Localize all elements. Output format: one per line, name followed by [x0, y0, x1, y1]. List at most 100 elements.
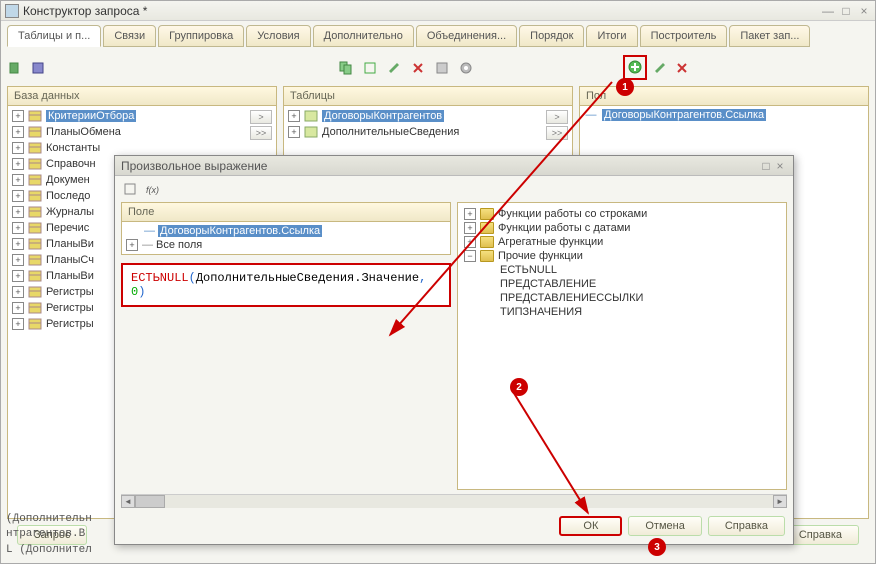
cancel-button[interactable]: Отмена — [628, 516, 701, 536]
fx-icon[interactable]: f(x) — [143, 180, 161, 198]
toolbar-btn-b[interactable] — [361, 59, 379, 77]
expand-icon[interactable]: + — [12, 286, 24, 298]
expression-editor[interactable]: ЕСТЬNULL(ДополнительныеСведения.Значение… — [121, 263, 451, 307]
tab-additional[interactable]: Дополнительно — [313, 25, 414, 47]
expand-icon[interactable]: + — [12, 254, 24, 266]
move-right-all-button[interactable]: >> — [250, 126, 272, 140]
expand-icon[interactable]: + — [12, 174, 24, 186]
table-icon — [28, 141, 42, 155]
expand-icon[interactable]: + — [12, 206, 24, 218]
expand-icon[interactable]: + — [12, 126, 24, 138]
move-right-button[interactable]: > — [250, 110, 272, 124]
dialog-toolbar: f(x) — [115, 176, 793, 202]
titlebar: Конструктор запроса * — □ × — [1, 1, 875, 21]
toolbar-btn-2[interactable] — [29, 59, 47, 77]
functions-tree[interactable]: +Функции работы со строками+Функции рабо… — [457, 202, 787, 490]
dialog-footer: ОК Отмена Справка — [115, 508, 793, 544]
delete-field-icon[interactable] — [673, 59, 691, 77]
expand-icon[interactable]: + — [12, 110, 24, 122]
tree-item[interactable]: +КритерииОтбора — [10, 108, 274, 124]
callout-badge-2: 2 — [510, 378, 528, 396]
expand-icon[interactable]: + — [126, 239, 138, 251]
close-button[interactable]: × — [857, 4, 871, 18]
tree-item[interactable]: +Агрегатные функции — [462, 235, 782, 249]
tab-batch[interactable]: Пакет зап... — [729, 25, 810, 47]
tree-item[interactable]: +ДоговорыКонтрагентов — [286, 108, 570, 124]
app-icon — [5, 4, 19, 18]
function-item[interactable]: ПРЕДСТАВЛЕНИЕССЫЛКИ — [462, 291, 782, 305]
expand-icon[interactable]: + — [12, 222, 24, 234]
expand-icon[interactable]: + — [12, 238, 24, 250]
table-icon — [28, 125, 42, 139]
function-item[interactable]: ЕСТЬNULL — [462, 263, 782, 277]
expand-icon[interactable]: − — [464, 250, 476, 262]
expand-icon[interactable]: + — [12, 270, 24, 282]
expand-icon[interactable]: + — [464, 208, 476, 220]
add-field-button-highlight — [623, 55, 647, 80]
toolbar-btn-c[interactable] — [433, 59, 451, 77]
expand-icon[interactable]: + — [12, 190, 24, 202]
scroll-right-icon[interactable]: ► — [773, 495, 787, 508]
dialog-maximize-button[interactable]: □ — [759, 159, 773, 173]
dialog-fields-tree[interactable]: — ДоговорыКонтрагентов.Ссылка + — Все по… — [122, 222, 450, 254]
tab-grouping[interactable]: Группировка — [158, 25, 244, 47]
expand-icon[interactable]: + — [12, 142, 24, 154]
dialog-fields-panel: Поле — ДоговорыКонтрагентов.Ссылка + — В… — [121, 202, 451, 255]
tree-item[interactable]: — ДоговорыКонтрагентов.Ссылка — [124, 224, 448, 238]
scroll-thumb[interactable] — [135, 495, 165, 508]
add-field-button[interactable] — [626, 58, 644, 76]
tree-item[interactable]: +Функции работы со строками — [462, 207, 782, 221]
tab-builder[interactable]: Построитель — [640, 25, 728, 47]
function-item[interactable]: ТИПЗНАЧЕНИЯ — [462, 305, 782, 319]
tab-totals[interactable]: Итоги — [586, 25, 637, 47]
tab-order[interactable]: Порядок — [519, 25, 584, 47]
toolbar-btn-a[interactable] — [337, 59, 355, 77]
expand-icon[interactable]: + — [464, 236, 476, 248]
tree-item[interactable]: +Константы — [10, 140, 274, 156]
scroll-left-icon[interactable]: ◄ — [121, 495, 135, 508]
horizontal-scrollbar[interactable]: ◄ ► — [121, 494, 787, 508]
minimize-button[interactable]: — — [821, 4, 835, 18]
function-item[interactable]: ПРЕДСТАВЛЕНИЕ — [462, 277, 782, 291]
expand-icon[interactable]: + — [288, 110, 300, 122]
toolbar-btn-1[interactable] — [7, 59, 25, 77]
move-right-button-2[interactable]: > — [546, 110, 568, 124]
tab-tables[interactable]: Таблицы и п... — [7, 25, 101, 47]
tree-item[interactable]: +ДополнительныеСведения — [286, 124, 570, 140]
dialog-close-button[interactable]: × — [773, 159, 787, 173]
delete-icon[interactable] — [409, 59, 427, 77]
maximize-button[interactable]: □ — [839, 4, 853, 18]
table-icon — [28, 237, 42, 251]
tab-unions[interactable]: Объединения... — [416, 25, 517, 47]
tree-item[interactable]: + — Все поля — [124, 238, 448, 252]
tab-conditions[interactable]: Условия — [246, 25, 310, 47]
tree-item[interactable]: −Прочие функции — [462, 249, 782, 263]
edit-field-icon[interactable] — [651, 59, 669, 77]
tree-item[interactable]: —ДоговорыКонтрагентов.Ссылка — [582, 108, 866, 122]
tree-item[interactable]: +Функции работы с датами — [462, 221, 782, 235]
ok-button[interactable]: ОК — [559, 516, 622, 536]
expand-icon[interactable]: + — [464, 222, 476, 234]
table-icon — [28, 269, 42, 283]
table-icon — [304, 125, 318, 139]
expand-icon[interactable]: + — [12, 318, 24, 330]
expand-icon[interactable]: + — [288, 126, 300, 138]
callout-badge-3: 3 — [648, 538, 666, 556]
dialog-help-button[interactable]: Справка — [708, 516, 785, 536]
dialog-fields-header: Поле — [122, 203, 450, 222]
edit-icon[interactable] — [385, 59, 403, 77]
table-icon — [304, 109, 318, 123]
tabs: Таблицы и п... Связи Группировка Условия… — [1, 21, 875, 47]
tree-item[interactable]: +ПланыОбмена — [10, 124, 274, 140]
table-icon — [28, 205, 42, 219]
expand-icon[interactable]: + — [12, 158, 24, 170]
folder-icon — [480, 250, 494, 262]
dialog-title: Произвольное выражение — [121, 159, 759, 173]
move-right-all-button-2[interactable]: >> — [546, 126, 568, 140]
tables-panel-header: Таблицы — [283, 86, 573, 106]
folder-icon — [480, 236, 494, 248]
tab-links[interactable]: Связи — [103, 25, 156, 47]
expand-icon[interactable]: + — [12, 302, 24, 314]
gear-icon[interactable] — [457, 59, 475, 77]
dialog-btn-1[interactable] — [121, 180, 139, 198]
